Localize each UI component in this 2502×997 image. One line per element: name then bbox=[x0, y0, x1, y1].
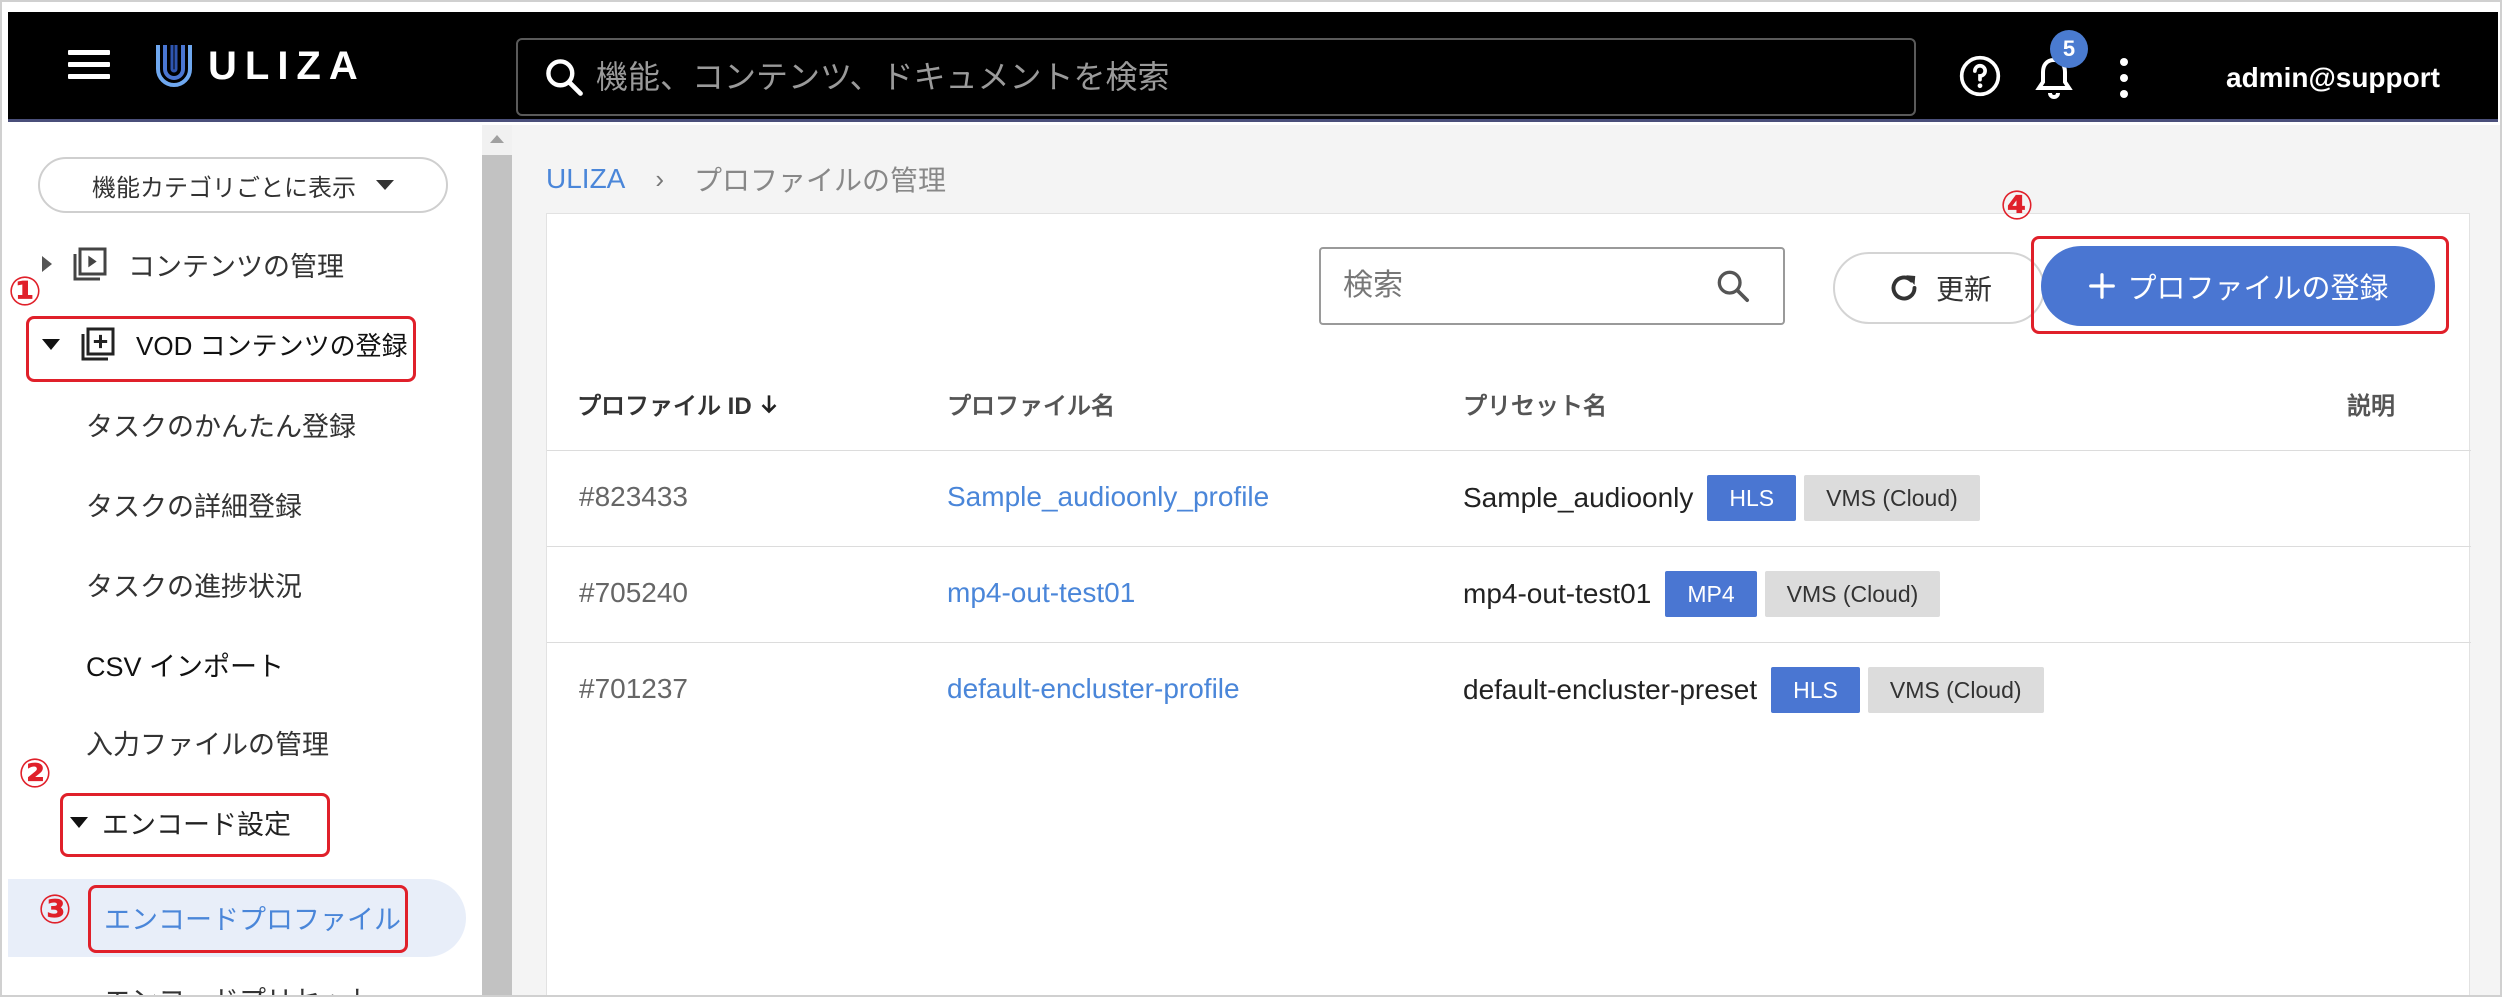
callout-number-2: ② bbox=[18, 752, 52, 796]
format-tag: HLS bbox=[1771, 667, 1860, 713]
preset-name: mp4-out-test01 bbox=[1463, 578, 1652, 609]
callout-box-1 bbox=[26, 316, 416, 382]
column-header-description[interactable]: 説明 bbox=[2347, 386, 2395, 421]
sidebar-item-csv-import[interactable]: CSV インポート bbox=[86, 645, 284, 684]
user-account[interactable]: admin@support bbox=[2226, 62, 2440, 94]
sort-arrow-down-icon bbox=[761, 394, 777, 413]
sidebar-item-label: コンテンツの管理 bbox=[128, 251, 344, 282]
column-header-profile-name[interactable]: プロファイル名 bbox=[947, 386, 1115, 421]
main-content: ULIZA › プロファイルの管理 更新 bbox=[512, 125, 2500, 995]
callout-number-3: ③ bbox=[38, 888, 72, 932]
menu-icon[interactable] bbox=[68, 50, 110, 82]
breadcrumb-current: プロファイルの管理 bbox=[694, 165, 947, 196]
profile-search[interactable] bbox=[1319, 247, 1785, 325]
column-header-label: プロファイル ID bbox=[577, 393, 752, 420]
column-header-profile-id[interactable]: プロファイル ID bbox=[577, 386, 782, 421]
profile-name-link[interactable]: Sample_audioonly_profile bbox=[947, 481, 1269, 513]
profile-name-link[interactable]: default-encluster-profile bbox=[947, 673, 1240, 705]
logo[interactable]: ULIZA bbox=[154, 38, 366, 94]
global-search-input[interactable] bbox=[596, 58, 1876, 96]
preset-name: Sample_audioonly bbox=[1463, 482, 1694, 513]
profile-list-card: 更新 プロファイルの登録 プロファイル ID プロファイル名 プリセット名 説明 bbox=[546, 213, 2471, 995]
column-header-preset-name[interactable]: プリセット名 bbox=[1463, 386, 1607, 421]
table-row[interactable]: #823433 Sample_audioonly_profile Sample_… bbox=[547, 451, 2471, 547]
search-icon[interactable] bbox=[1713, 266, 1753, 306]
callout-number-1: ① bbox=[8, 270, 42, 314]
profile-id: #823433 bbox=[579, 481, 689, 512]
preset-cell: Sample_audioonly HLS VMS (Cloud) bbox=[1463, 473, 1980, 523]
profile-search-input[interactable] bbox=[1343, 269, 1713, 303]
format-tag: MP4 bbox=[1665, 571, 1757, 617]
target-tag: VMS (Cloud) bbox=[1764, 571, 1941, 617]
callout-box-2 bbox=[60, 793, 330, 857]
sidebar: 機能カテゴリごとに表示 コンテンツの管理 VOD コンテンツの登録 タスクのかん bbox=[8, 125, 478, 995]
preset-cell: default-encluster-preset HLS VMS (Cloud) bbox=[1463, 665, 2044, 715]
sidebar-item-encode-preset[interactable]: エンコードプリセット bbox=[104, 979, 374, 995]
sidebar-item-label: CSV インポート bbox=[86, 652, 285, 682]
app-window: ULIZA admin@support 5 機能カテゴリごとに表示 bbox=[0, 0, 2502, 997]
search-icon bbox=[546, 59, 583, 96]
expand-icon bbox=[42, 256, 52, 272]
sidebar-item-task-progress[interactable]: タスクの進捗状況 bbox=[86, 565, 302, 604]
table-row[interactable]: #705240 mp4-out-test01 mp4-out-test01 MP… bbox=[547, 547, 2471, 643]
scroll-up-button[interactable] bbox=[482, 125, 512, 155]
breadcrumb-root-link[interactable]: ULIZA bbox=[546, 163, 625, 195]
sidebar-item-detailed-task[interactable]: タスクの詳細登録 bbox=[86, 485, 302, 524]
video-library-icon bbox=[73, 247, 107, 281]
uliza-logo-icon bbox=[156, 45, 192, 87]
scroll-up-icon bbox=[490, 135, 504, 143]
sidebar-item-input-files[interactable]: 入力ファイルの管理 bbox=[86, 723, 329, 762]
chevron-down-icon bbox=[376, 180, 394, 190]
callout-box-4 bbox=[2031, 236, 2449, 334]
refresh-button[interactable]: 更新 bbox=[1833, 252, 2045, 324]
sidebar-item-content-management[interactable]: コンテンツの管理 bbox=[42, 243, 344, 285]
callout-number-4: ④ bbox=[2000, 184, 2034, 228]
category-view-label: 機能カテゴリごとに表示 bbox=[92, 174, 356, 202]
refresh-label: 更新 bbox=[1935, 274, 1992, 305]
more-menu-icon[interactable] bbox=[2116, 58, 2132, 98]
profile-id: #701237 bbox=[579, 673, 689, 704]
breadcrumb-separator: › bbox=[655, 163, 665, 194]
sidebar-item-label: タスクの進捗状況 bbox=[86, 572, 302, 602]
table-row[interactable]: #701237 default-encluster-profile defaul… bbox=[547, 643, 2471, 739]
breadcrumb: ULIZA › プロファイルの管理 bbox=[546, 159, 946, 199]
global-search[interactable] bbox=[516, 38, 1916, 116]
target-tag: VMS (Cloud) bbox=[1867, 667, 2044, 713]
callout-box-3 bbox=[88, 885, 408, 953]
sidebar-item-label: 入力ファイルの管理 bbox=[86, 730, 329, 760]
notification-badge: 5 bbox=[2050, 30, 2088, 68]
help-icon[interactable] bbox=[1958, 54, 2002, 98]
sidebar-item-quick-task[interactable]: タスクのかんたん登録 bbox=[86, 405, 356, 444]
preset-cell: mp4-out-test01 MP4 VMS (Cloud) bbox=[1463, 569, 1941, 619]
sidebar-item-label: エンコードプリセット bbox=[104, 979, 374, 995]
logo-text: ULIZA bbox=[208, 43, 366, 88]
target-tag: VMS (Cloud) bbox=[1804, 475, 1980, 521]
sidebar-item-label: タスクの詳細登録 bbox=[86, 492, 302, 522]
preset-name: default-encluster-preset bbox=[1463, 674, 1758, 705]
sidebar-scrollbar[interactable] bbox=[482, 125, 512, 995]
category-view-button[interactable]: 機能カテゴリごとに表示 bbox=[38, 157, 448, 213]
refresh-icon bbox=[1891, 275, 1917, 301]
format-tag: HLS bbox=[1707, 475, 1797, 521]
profile-id: #705240 bbox=[579, 577, 689, 608]
top-bar: ULIZA admin@support bbox=[8, 12, 2498, 122]
profile-name-link[interactable]: mp4-out-test01 bbox=[947, 577, 1135, 609]
sidebar-item-label: タスクのかんたん登録 bbox=[86, 412, 356, 442]
